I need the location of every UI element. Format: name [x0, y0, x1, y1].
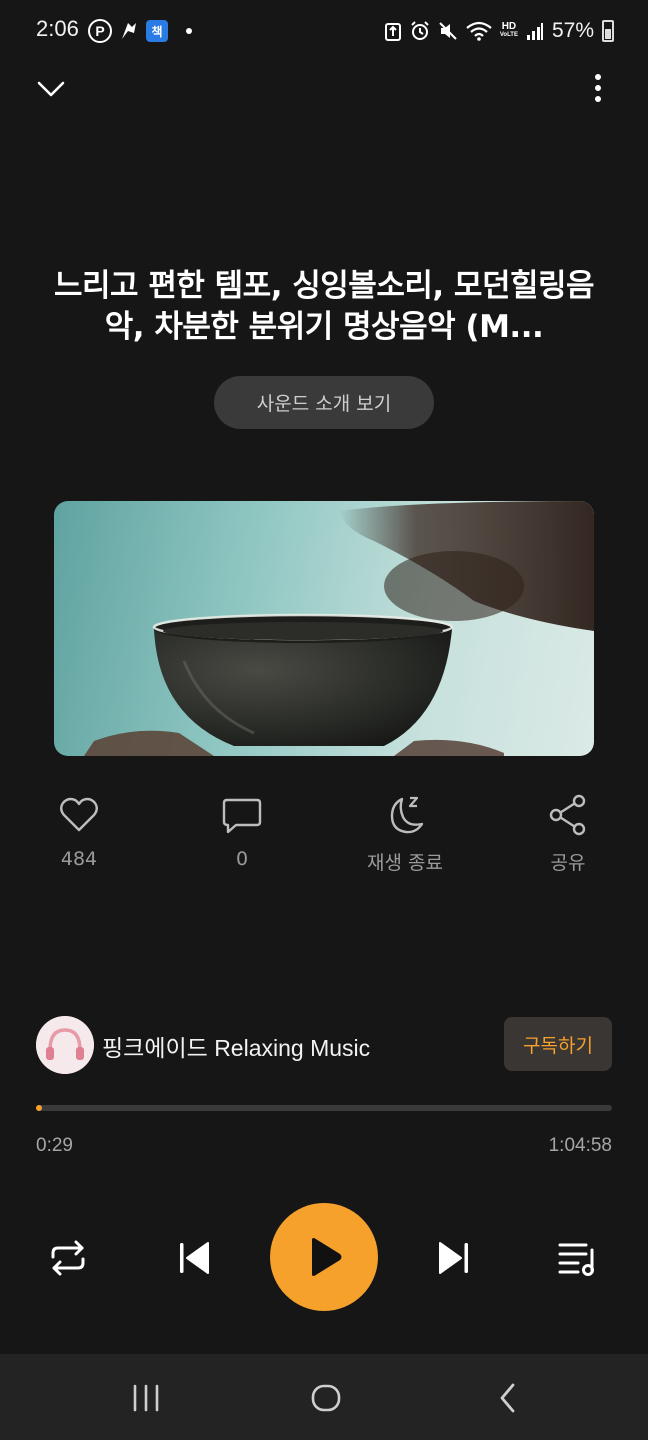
alarm-icon	[411, 21, 429, 40]
like-button[interactable]: 484	[19, 792, 139, 870]
current-time: 0:29	[36, 1135, 73, 1156]
play-icon	[312, 1238, 342, 1276]
previous-button[interactable]	[166, 1230, 222, 1286]
battery-percentage: 57%	[551, 19, 594, 42]
channel-avatar[interactable]	[36, 1016, 94, 1074]
status-right-icons: HD VoLTE 57%	[384, 16, 614, 46]
playlist-icon	[558, 1243, 594, 1276]
comment-button[interactable]: 0	[182, 792, 302, 870]
track-title: 느리고 편한 템포, 싱잉볼소리, 모던힐링음악, 차분한 분위기 명상음악 (…	[53, 268, 595, 345]
p-icon: P	[88, 19, 112, 43]
play-button[interactable]	[270, 1203, 378, 1311]
news-app-icon: 책	[146, 20, 168, 42]
subscribe-button[interactable]: 구독하기	[504, 1017, 612, 1071]
chevron-down-icon	[37, 81, 65, 97]
status-time: 2:06	[36, 16, 79, 41]
moon-sleep-icon	[390, 796, 424, 834]
skip-previous-icon	[180, 1242, 209, 1274]
battery-icon	[602, 20, 614, 42]
channel-name[interactable]: 핑크에이드 Relaxing Music	[102, 1029, 370, 1063]
share-icon	[549, 794, 586, 836]
share-button[interactable]: 공유	[508, 792, 628, 875]
system-nav-bar	[0, 1354, 648, 1440]
headphones-logo-icon	[36, 1016, 94, 1074]
skip-next-icon	[439, 1242, 468, 1274]
more-vertical-icon	[595, 74, 601, 80]
more-dot	[595, 96, 601, 102]
back-icon	[500, 1383, 515, 1413]
total-time: 1:04:58	[548, 1135, 612, 1156]
sound-intro-button[interactable]: 사운드 소개 보기	[214, 376, 434, 429]
progress-slider[interactable]	[36, 1105, 612, 1111]
playlist-button[interactable]	[550, 1230, 606, 1286]
more-dot	[595, 85, 601, 91]
status-bar: 2:06 P 책 HD VoLTE 57%	[0, 0, 648, 62]
comment-icon	[222, 798, 262, 834]
comment-count: 0	[235, 848, 249, 870]
hd-voice-label: HD VoLTE	[499, 21, 518, 39]
heart-icon	[60, 797, 98, 832]
action-row: 484 0 재생 종료 공유	[0, 792, 648, 882]
like-count: 484	[60, 848, 98, 870]
progress-fill	[36, 1105, 42, 1111]
signal-icon	[526, 23, 543, 40]
next-button[interactable]	[426, 1230, 482, 1286]
singing-bowl-image	[84, 501, 594, 756]
sleep-timer-label: 재생 종료	[367, 852, 443, 874]
back-button[interactable]	[480, 1376, 536, 1420]
recent-apps-icon	[133, 1384, 159, 1412]
recycle-icon	[384, 23, 401, 41]
wifi-icon	[466, 21, 492, 41]
app-icon	[122, 23, 136, 39]
sleep-timer-button[interactable]: 재생 종료	[345, 792, 465, 875]
home-icon	[311, 1384, 341, 1412]
mute-icon	[439, 22, 457, 40]
repeat-icon	[51, 1240, 85, 1276]
dot-icon	[186, 28, 192, 34]
status-left-icons: P 책	[88, 18, 192, 44]
more-options-button[interactable]	[580, 70, 616, 106]
home-button[interactable]	[298, 1376, 354, 1420]
repeat-button[interactable]	[40, 1230, 96, 1286]
track-thumbnail	[54, 501, 594, 756]
recent-apps-button[interactable]	[118, 1376, 174, 1420]
share-label: 공유	[550, 852, 586, 874]
collapse-button[interactable]	[34, 72, 68, 106]
